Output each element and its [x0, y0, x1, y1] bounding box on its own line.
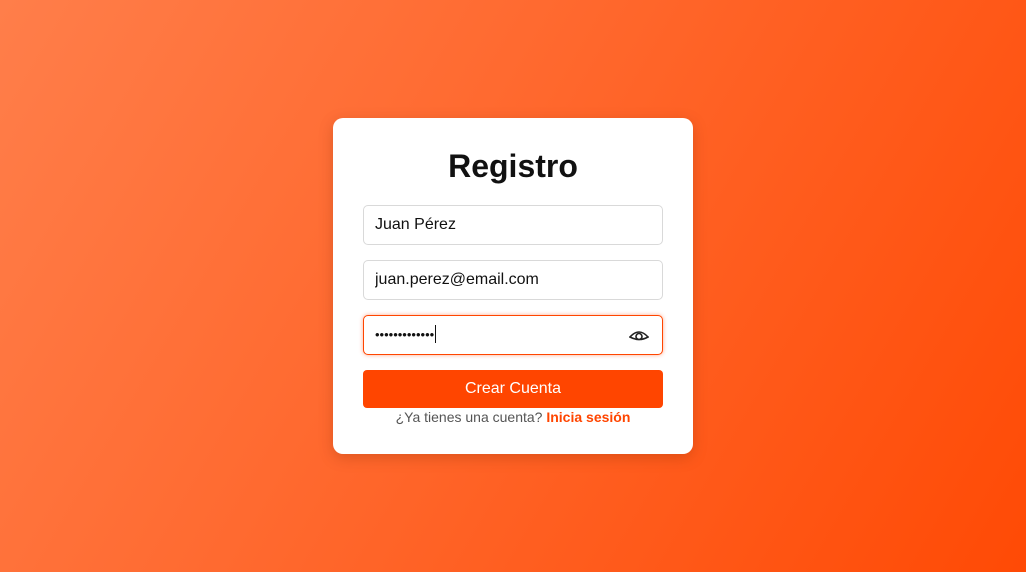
text-caret — [435, 325, 437, 344]
login-prompt: ¿Ya tienes una cuenta? Inicia sesión — [333, 408, 693, 426]
password-field[interactable]: ••••••••••••• — [363, 315, 663, 355]
eye-icon[interactable] — [628, 326, 650, 344]
password-value: ••••••••••••• — [375, 325, 437, 344]
register-card: Registro ••••••••••••• Crear Cuenta ¿Ya … — [333, 118, 693, 454]
name-input[interactable] — [363, 205, 663, 245]
email-input[interactable] — [363, 260, 663, 300]
form-title: Registro — [448, 148, 578, 184]
login-prompt-text: ¿Ya tienes una cuenta? — [395, 409, 543, 425]
create-account-button[interactable]: Crear Cuenta — [363, 370, 663, 408]
login-link[interactable]: Inicia sesión — [546, 409, 630, 425]
